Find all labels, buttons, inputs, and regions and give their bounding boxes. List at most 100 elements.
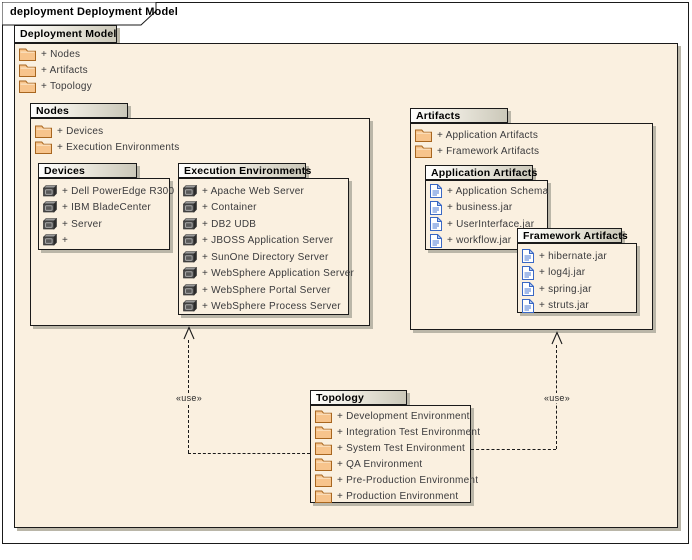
node-icon: [183, 185, 197, 198]
list-item[interactable]: + DB2 UDB: [179, 216, 348, 233]
node-icon: [43, 201, 57, 214]
use-stereotype-label[interactable]: «use»: [167, 393, 211, 403]
node-icon: [183, 267, 197, 280]
item-label: + spring.jar: [539, 284, 592, 295]
item-label: +: [62, 235, 68, 246]
list-item[interactable]: + WebSphere Application Server: [179, 266, 348, 283]
package-tab-topology[interactable]: Topology: [310, 390, 407, 405]
node-icon: [183, 251, 197, 264]
package-tab-framework-artifacts[interactable]: Framework Artifacts: [517, 228, 622, 243]
item-label: + hibernate.jar: [539, 251, 607, 262]
dependency-arrowhead: [550, 331, 564, 345]
package-body-topology[interactable]: + Development Environment + Integration …: [310, 405, 471, 503]
list-item[interactable]: + Artifacts: [15, 62, 677, 78]
package-tab-execution-environments[interactable]: Execution Environments: [178, 163, 306, 178]
list-item[interactable]: + Execution Environments: [31, 139, 369, 155]
list-item[interactable]: + spring.jar: [518, 281, 636, 298]
list-item[interactable]: + hibernate.jar: [518, 248, 636, 265]
use-dependency-topology-nodes[interactable]: [188, 453, 310, 454]
list-item[interactable]: + Devices: [31, 123, 369, 139]
package-body-framework-artifacts[interactable]: + hibernate.jar + log4j.jar + spring.jar…: [517, 243, 637, 313]
item-label: + DB2 UDB: [202, 219, 256, 230]
folder-icon: [315, 489, 332, 503]
item-label: + Production Environment: [337, 491, 458, 502]
item-label: + Topology: [41, 81, 92, 92]
list-item[interactable]: + SunOne Directory Server: [179, 249, 348, 266]
list-item[interactable]: + Application Schema: [426, 183, 547, 200]
list-item[interactable]: +: [39, 233, 169, 250]
use-dependency-topology-artifacts[interactable]: [471, 449, 556, 450]
package-title: Devices: [44, 165, 85, 177]
list-item[interactable]: + struts.jar: [518, 298, 636, 315]
item-label: + Dell PowerEdge R300: [62, 186, 174, 197]
item-label: + Execution Environments: [57, 142, 179, 153]
package-body-execution-environments[interactable]: + Apache Web Server + Container + DB2 UD…: [178, 178, 349, 315]
item-label: + business.jar: [447, 202, 512, 213]
list-item[interactable]: + business.jar: [426, 200, 547, 217]
item-label: + IBM BladeCenter: [62, 202, 151, 213]
list-item[interactable]: + Pre-Production Environment: [311, 472, 470, 488]
list-item[interactable]: + Production Environment: [311, 488, 470, 504]
item-label: + Application Artifacts: [437, 130, 538, 141]
list-item[interactable]: + Nodes: [15, 46, 677, 62]
folder-icon: [315, 409, 332, 423]
list-item[interactable]: + Container: [179, 200, 348, 217]
folder-icon: [315, 441, 332, 455]
item-label: + Integration Test Environment: [337, 427, 480, 438]
artifact-icon: [430, 234, 442, 248]
package-tab-application-artifacts[interactable]: Application Artifacts: [425, 165, 533, 180]
folder-icon: [415, 144, 432, 158]
folder-icon: [415, 128, 432, 142]
list-item[interactable]: + JBOSS Application Server: [179, 233, 348, 250]
package-title: Execution Environments: [184, 165, 312, 177]
list-item[interactable]: + log4j.jar: [518, 265, 636, 282]
package-title: Nodes: [36, 105, 69, 117]
list-item[interactable]: + Framework Artifacts: [411, 143, 652, 159]
list-item[interactable]: + IBM BladeCenter: [39, 200, 169, 217]
list-item[interactable]: + Server: [39, 216, 169, 233]
package-tab-nodes[interactable]: Nodes: [30, 103, 128, 118]
folder-icon: [19, 47, 36, 61]
list-item[interactable]: + Development Environment: [311, 408, 470, 424]
package-tab-artifacts[interactable]: Artifacts: [410, 108, 508, 123]
item-label: + log4j.jar: [539, 267, 585, 278]
artifact-icon: [522, 249, 534, 263]
package-title: Application Artifacts: [431, 167, 538, 179]
artifact-icon: [522, 266, 534, 280]
dependency-arrowhead: [182, 326, 196, 340]
list-item[interactable]: + QA Environment: [311, 456, 470, 472]
list-item[interactable]: + Dell PowerEdge R300: [39, 183, 169, 200]
item-label: + Devices: [57, 126, 103, 137]
item-label: + Framework Artifacts: [437, 146, 539, 157]
list-item[interactable]: + Application Artifacts: [411, 127, 652, 143]
list-item[interactable]: + Apache Web Server: [179, 183, 348, 200]
list-item[interactable]: + WebSphere Process Server: [179, 299, 348, 316]
item-label: + WebSphere Process Server: [202, 301, 341, 312]
package-body-devices[interactable]: + Dell PowerEdge R300 + IBM BladeCenter …: [38, 178, 170, 250]
item-label: + Apache Web Server: [202, 186, 304, 197]
package-tab-devices[interactable]: Devices: [38, 163, 137, 178]
use-stereotype-label[interactable]: «use»: [535, 393, 579, 403]
node-icon: [183, 201, 197, 214]
artifact-icon: [430, 201, 442, 215]
folder-icon: [315, 457, 332, 471]
package-title: Framework Artifacts: [523, 230, 628, 242]
item-label: + Nodes: [41, 49, 80, 60]
list-item[interactable]: + WebSphere Portal Server: [179, 282, 348, 299]
item-label: + WebSphere Application Server: [202, 268, 354, 279]
folder-icon: [19, 79, 36, 93]
list-item[interactable]: + System Test Environment: [311, 440, 470, 456]
package-tab-deployment-model[interactable]: Deployment Model: [14, 25, 117, 43]
item-label: + JBOSS Application Server: [202, 235, 333, 246]
list-item[interactable]: + Topology: [15, 78, 677, 94]
item-label: + Server: [62, 219, 102, 230]
item-label: + System Test Environment: [337, 443, 465, 454]
item-label: + SunOne Directory Server: [202, 252, 329, 263]
package-title: Topology: [316, 392, 364, 404]
package-title: Deployment Model: [20, 28, 117, 40]
list-item[interactable]: + Integration Test Environment: [311, 424, 470, 440]
folder-icon: [19, 63, 36, 77]
diagram-canvas: deployment Deployment Model Deployment M…: [0, 0, 692, 560]
item-label: + QA Environment: [337, 459, 422, 470]
item-label: + workflow.jar: [447, 235, 511, 246]
